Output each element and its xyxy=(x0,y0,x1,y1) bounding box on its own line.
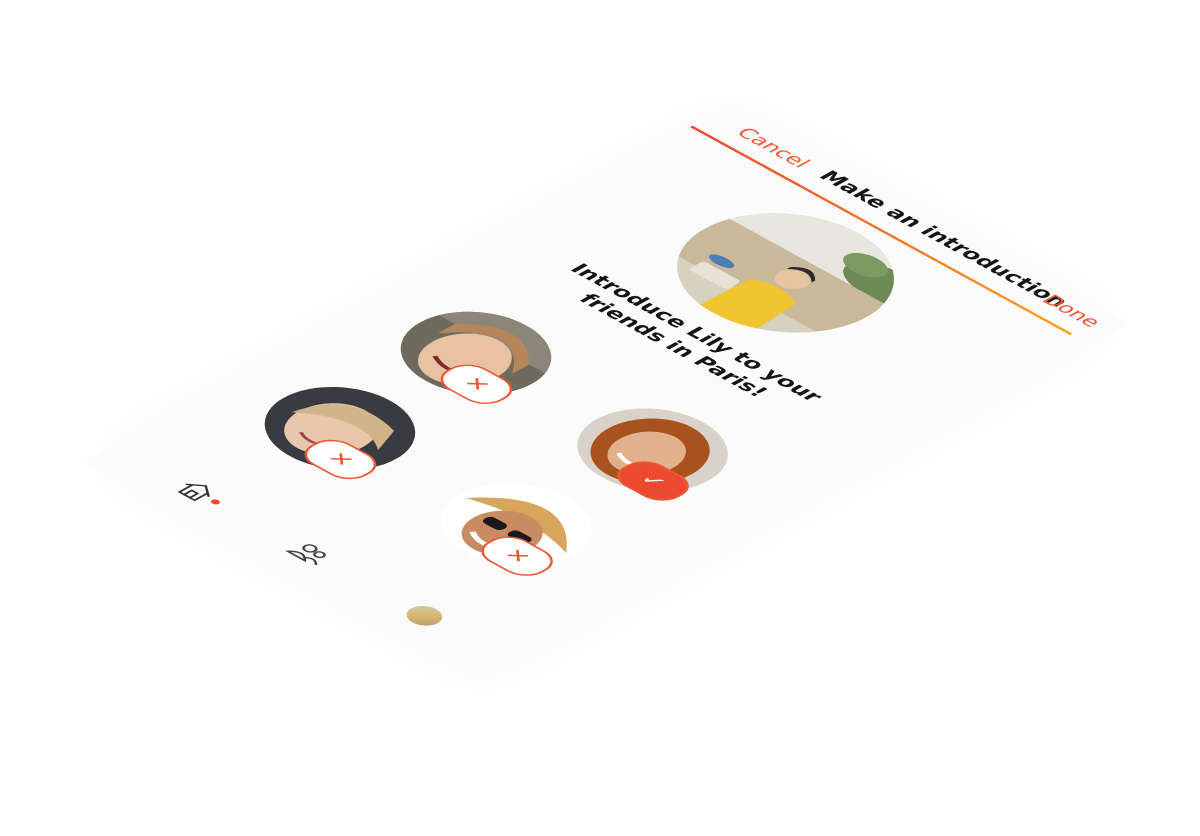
tab-profile[interactable] xyxy=(394,599,455,633)
close-icon: ✕ xyxy=(457,373,496,395)
close-icon: ✕ xyxy=(321,448,360,471)
phone-screen: Cancel Make an introduction Done Introdu… xyxy=(84,105,1129,681)
profile-avatar xyxy=(399,601,450,630)
close-icon: ✕ xyxy=(497,545,537,567)
tab-people[interactable] xyxy=(280,537,341,571)
page: Cancel Make an introduction Done Introdu… xyxy=(0,0,1200,836)
tab-home[interactable] xyxy=(166,474,227,508)
friend-card[interactable]: ✕ xyxy=(369,294,583,412)
check-icon: ✓ xyxy=(633,470,673,492)
friend-card[interactable]: ✕ xyxy=(233,369,447,487)
friend-card[interactable]: ✓ xyxy=(546,391,759,509)
people-icon xyxy=(284,544,326,565)
active-indicator xyxy=(209,498,222,506)
friend-card[interactable]: ✕ xyxy=(410,466,623,584)
cancel-button[interactable]: Cancel xyxy=(731,124,816,171)
